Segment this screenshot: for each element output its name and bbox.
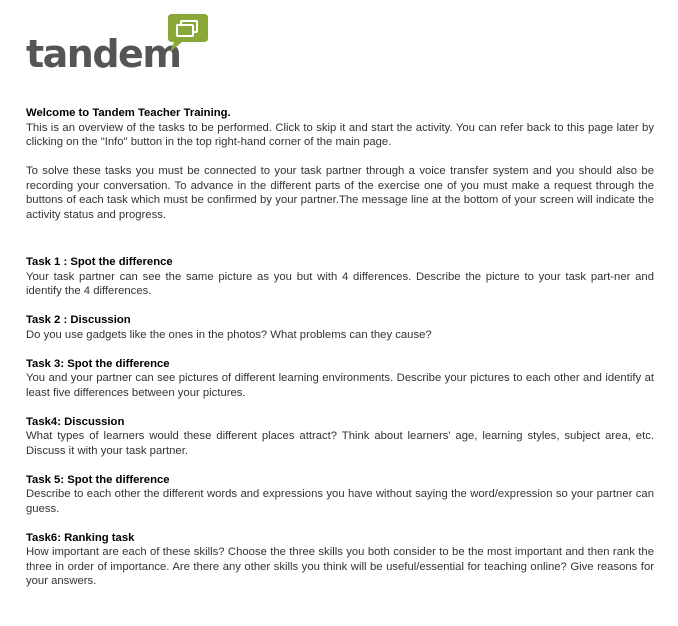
speech-bubble-logo-icon	[168, 14, 208, 52]
task-description: Your task partner can see the same pictu…	[26, 270, 654, 298]
task-2: Task 2 : Discussion Do you use gadgets l…	[26, 313, 654, 342]
task-description: You and your partner can see pictures of…	[26, 372, 654, 399]
logo-wordmark: tandem	[26, 32, 182, 76]
intro-paragraph-instructions: To solve these tasks you must be connect…	[26, 165, 654, 221]
overview-content: Welcome to Tandem Teacher Training. This…	[26, 106, 654, 603]
intro-paragraph-overview: This is an overview of the tasks to be p…	[26, 121, 654, 149]
task-description: What types of learners would these diffe…	[26, 430, 654, 457]
task-5: Task 5: Spot the difference Describe to …	[26, 473, 654, 517]
task-description: Do you use gadgets like the ones in the …	[26, 328, 432, 341]
task-description: Describe to each other the different wor…	[26, 488, 654, 515]
task-title: Task 1 : Spot the difference	[26, 256, 173, 268]
task-title: Task 5: Spot the difference	[26, 473, 170, 486]
task-6: Task6: Ranking task How important are ea…	[26, 531, 654, 589]
task-title: Task4: Discussion	[26, 415, 125, 428]
task-4: Task4: Discussion What types of learners…	[26, 415, 654, 459]
task-title: Task 2 : Discussion	[26, 314, 131, 326]
task-description: How important are each of these skills? …	[26, 546, 654, 587]
task-1: Task 1 : Spot the difference Your task p…	[26, 255, 654, 299]
task-3: Task 3: Spot the difference You and your…	[26, 357, 654, 401]
task-title: Task 3: Spot the difference	[26, 357, 170, 370]
tandem-logo: tandem	[26, 12, 216, 78]
task-title: Task6: Ranking task	[26, 531, 135, 544]
welcome-heading: Welcome to Tandem Teacher Training.	[26, 107, 231, 119]
